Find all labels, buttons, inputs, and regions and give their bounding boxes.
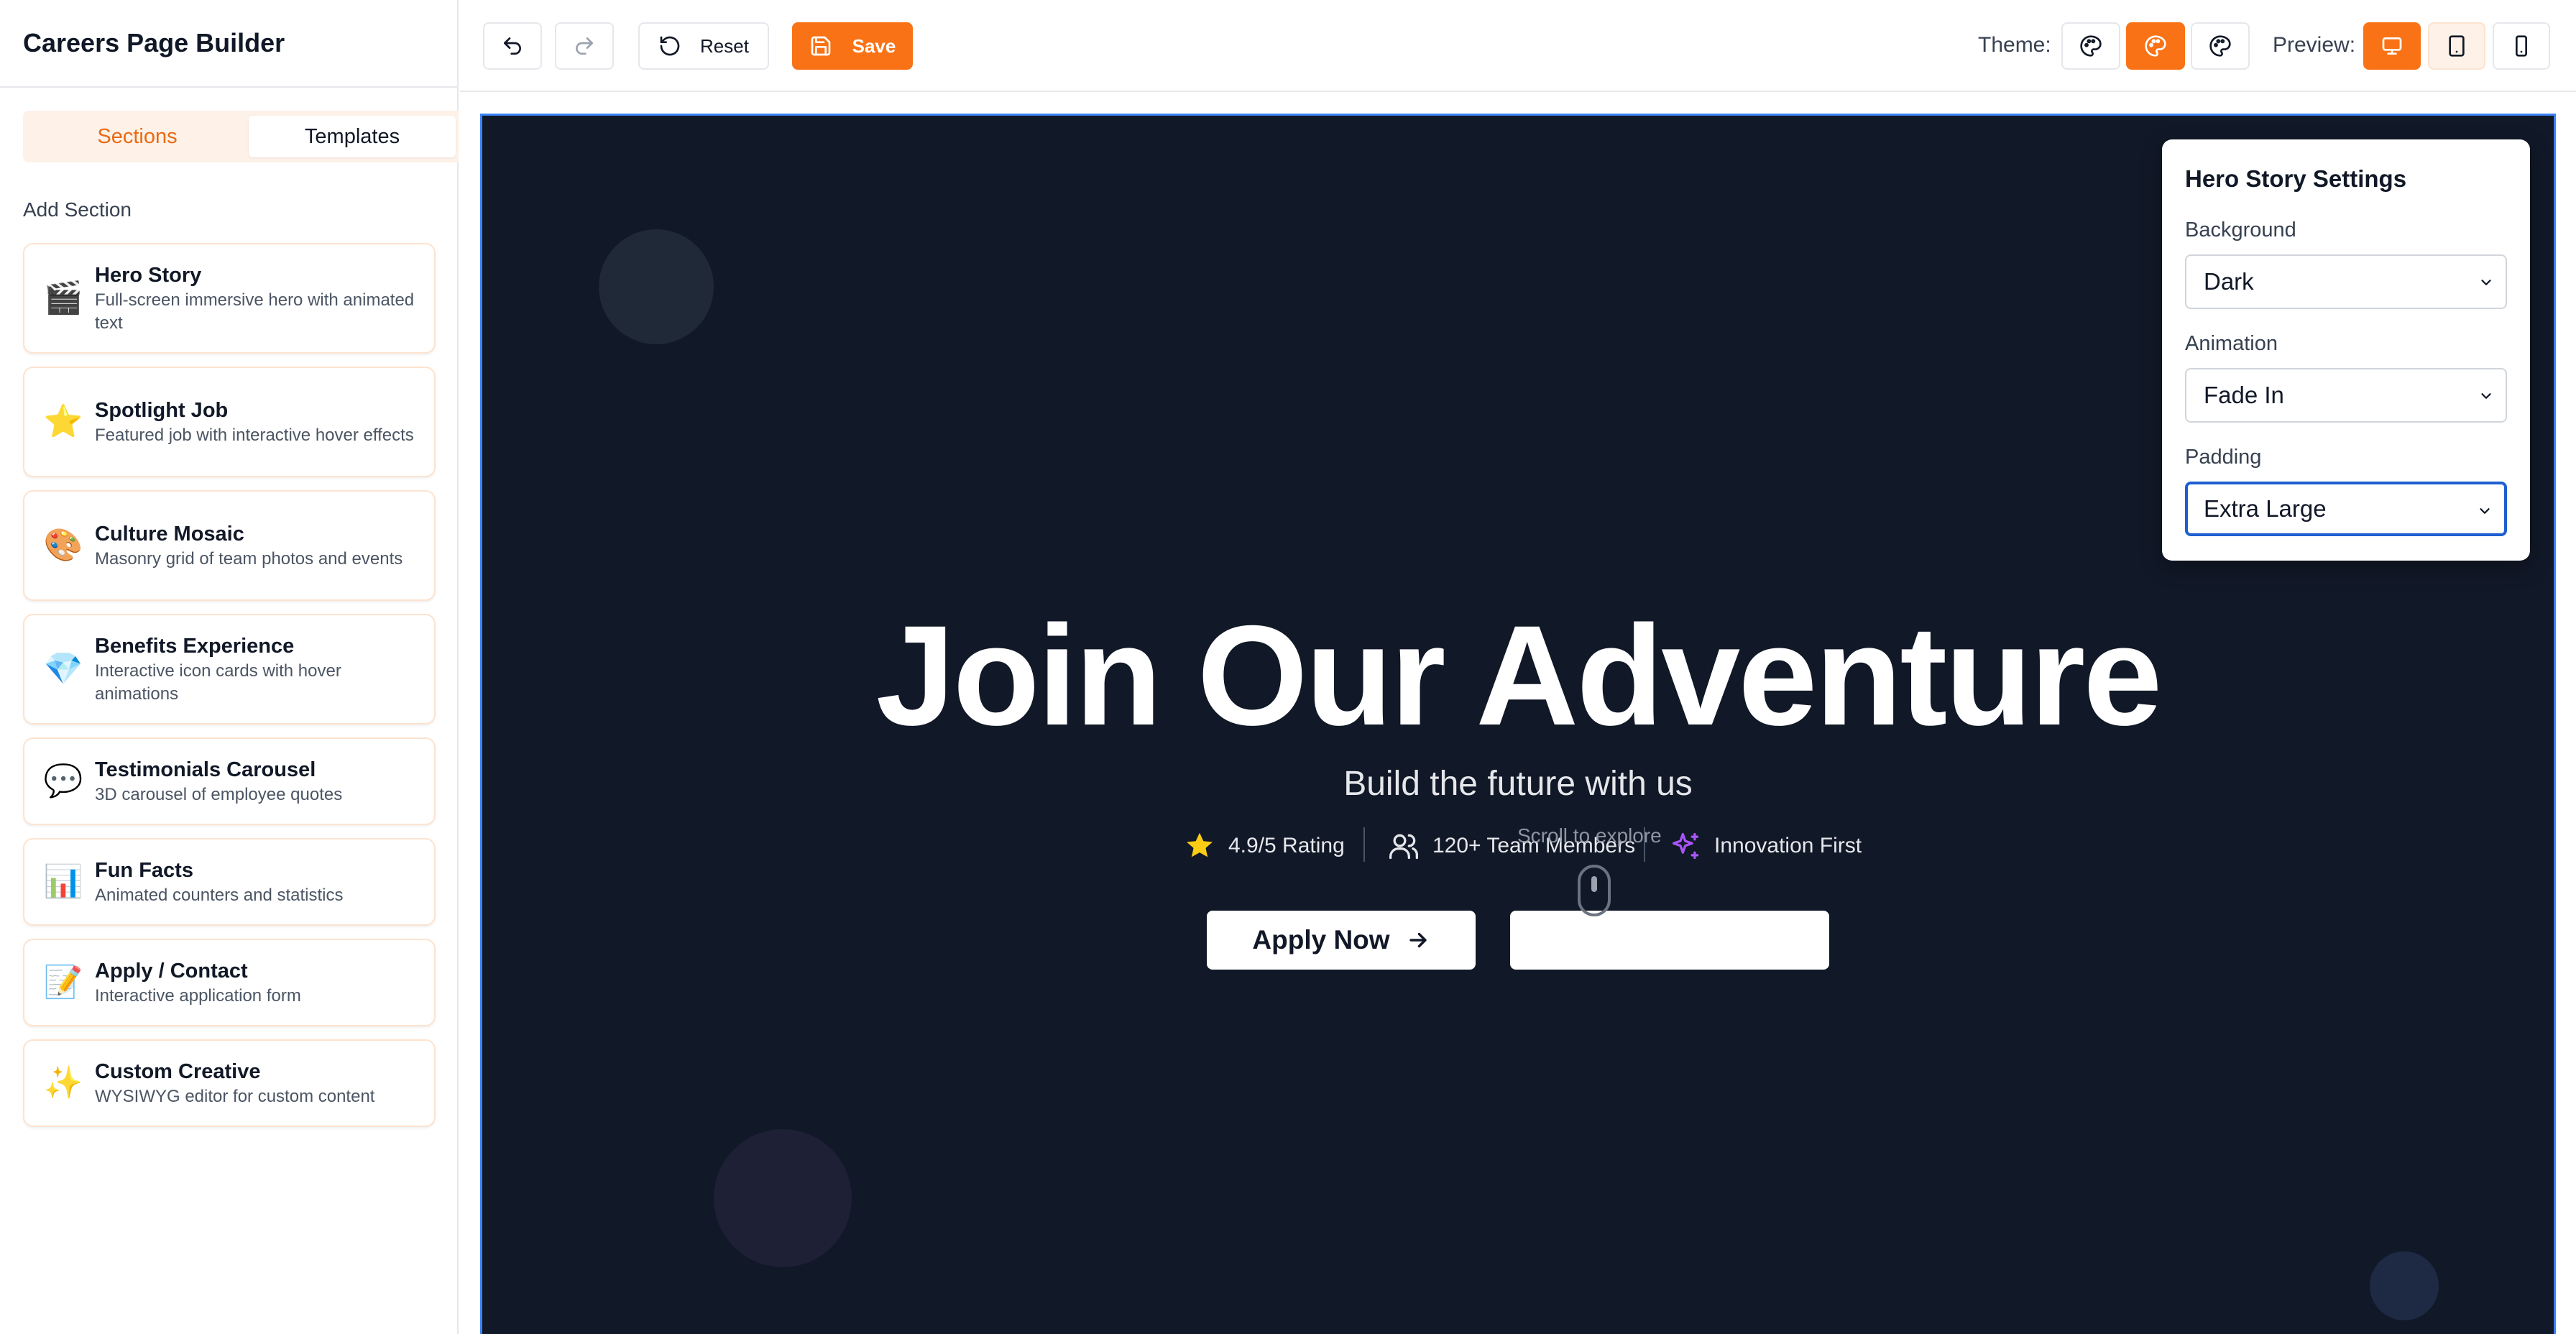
section-card-title: Hero Story — [95, 264, 202, 287]
palette-icon: 🎨 — [43, 528, 83, 563]
arrow-right-icon — [1409, 932, 1427, 948]
hero-story-settings-panel: Hero Story Settings Background Dark Anim… — [2162, 139, 2530, 561]
stat-rating: 4.9/5 Rating — [1184, 830, 1345, 862]
section-card-description: Full-screen immersive hero with animated… — [95, 290, 415, 333]
section-card-description: 3D carousel of employee quotes — [95, 785, 343, 804]
section-card-description: Featured job with interactive hover effe… — [95, 426, 414, 445]
section-card-apply-contact[interactable]: 📝 Apply / Contact Interactive applicatio… — [23, 939, 436, 1026]
background-select[interactable]: Dark — [2185, 254, 2507, 309]
section-card-title: Culture Mosaic — [95, 523, 244, 546]
decorative-circle — [2370, 1251, 2439, 1320]
animation-select[interactable]: Fade In — [2185, 368, 2507, 423]
toolbar: Reset Save Theme: Preview: — [460, 0, 2576, 92]
section-card-title: Spotlight Job — [95, 399, 229, 422]
settings-title: Hero Story Settings — [2185, 165, 2407, 192]
speech-bubble-icon: 💬 — [43, 763, 83, 799]
apply-now-button[interactable]: Apply Now — [1207, 911, 1476, 970]
sidebar-tabs: Sections Templates — [23, 111, 459, 162]
apply-now-label: Apply Now — [1252, 925, 1390, 954]
stat-divider — [1363, 827, 1365, 862]
undo-icon — [504, 37, 521, 55]
sparkles-icon — [1672, 832, 1699, 860]
chevron-down-icon — [2481, 280, 2491, 285]
palette-icon — [2145, 35, 2166, 57]
preview-mobile-button[interactable] — [2493, 22, 2550, 70]
reset-button[interactable]: Reset — [638, 22, 769, 70]
section-card-description: Interactive application form — [95, 986, 301, 1006]
save-icon — [811, 36, 830, 56]
star-icon: ⭐ — [43, 404, 83, 439]
smartphone-icon — [2516, 35, 2527, 57]
section-card-custom-creative[interactable]: ✨ Custom Creative WYSIWYG editor for cus… — [23, 1039, 436, 1127]
stat-label: Innovation First — [1714, 834, 1862, 857]
secondary-cta-button[interactable] — [1510, 911, 1829, 970]
palette-icon — [2080, 35, 2102, 57]
preview-desktop-button[interactable] — [2363, 22, 2421, 70]
sidebar-header: Careers Page Builder — [0, 0, 457, 88]
section-card-title: Apply / Contact — [95, 960, 248, 983]
theme-alt-button[interactable] — [2191, 22, 2250, 70]
section-card-benefits-experience[interactable]: 💎 Benefits Experience Interactive icon c… — [23, 614, 436, 724]
users-icon — [1389, 834, 1418, 860]
stat-innovation: Innovation First — [1670, 830, 1862, 862]
section-card-description: WYSIWYG editor for custom content — [95, 1087, 375, 1106]
mouse-wheel — [1591, 876, 1597, 892]
padding-value: Extra Large — [2204, 495, 2327, 522]
reset-icon — [660, 36, 680, 56]
section-card-description: Masonry grid of team photos and events — [95, 549, 403, 569]
padding-select[interactable]: Extra Large — [2185, 482, 2507, 536]
sparkles-icon: ✨ — [43, 1065, 83, 1100]
padding-label: Padding — [2185, 446, 2262, 469]
preview-label: Preview: — [2273, 33, 2356, 57]
hero-subtitle: Build the future with us — [1343, 765, 1693, 803]
clapperboard-icon: 🎬 — [43, 280, 83, 316]
add-section-heading: Add Section — [23, 198, 132, 221]
background-label: Background — [2185, 218, 2296, 242]
bar-chart-icon: 📊 — [43, 864, 83, 899]
redo-button[interactable] — [555, 22, 614, 70]
theme-label: Theme: — [1978, 33, 2051, 57]
section-card-culture-mosaic[interactable]: 🎨 Culture Mosaic Masonry grid of team ph… — [23, 490, 436, 601]
gem-icon: 💎 — [43, 651, 83, 686]
tab-templates[interactable]: Templates — [249, 116, 456, 157]
app-title: Careers Page Builder — [23, 28, 285, 58]
section-card-title: Fun Facts — [95, 859, 193, 882]
section-card-description: Animated counters and statistics — [95, 886, 344, 905]
section-card-title: Benefits Experience — [95, 635, 295, 658]
monitor-icon — [2382, 37, 2402, 55]
animation-label: Animation — [2185, 332, 2278, 355]
theme-orange-button[interactable] — [2126, 22, 2185, 70]
save-button[interactable]: Save — [792, 22, 913, 70]
reset-label: Reset — [700, 34, 749, 57]
section-card-spotlight-job[interactable]: ⭐ Spotlight Job Featured job with intera… — [23, 367, 436, 477]
chevron-down-icon — [2481, 393, 2491, 399]
preview-tablet-button[interactable] — [2428, 22, 2485, 70]
star-icon — [1187, 832, 1213, 857]
scroll-hint: Scroll to explore — [1517, 824, 1662, 847]
redo-icon — [576, 37, 593, 55]
section-card-title: Testimonials Carousel — [95, 758, 316, 781]
background-value: Dark — [2204, 268, 2254, 295]
section-card-title: Custom Creative — [95, 1060, 261, 1083]
decorative-circle — [599, 229, 714, 344]
section-card-hero-story[interactable]: 🎬 Hero Story Full-screen immersive hero … — [23, 243, 436, 354]
hero-title: Join Our Adventure — [875, 596, 2163, 755]
theme-default-button[interactable] — [2061, 22, 2120, 70]
decorative-circle — [714, 1129, 852, 1267]
scroll-mouse-icon — [1578, 865, 1611, 916]
save-label: Save — [852, 34, 896, 57]
animation-value: Fade In — [2204, 382, 2284, 408]
memo-icon: 📝 — [43, 965, 83, 1000]
palette-icon — [2209, 35, 2231, 57]
sidebar: Careers Page Builder Sections Templates … — [0, 0, 459, 1334]
stat-label: 4.9/5 Rating — [1228, 834, 1345, 857]
section-card-description: Interactive icon cards with hover animat… — [95, 661, 341, 704]
tab-sections[interactable]: Sections — [26, 116, 249, 157]
tablet-icon — [2449, 35, 2465, 57]
undo-button[interactable] — [483, 22, 542, 70]
section-card-fun-facts[interactable]: 📊 Fun Facts Animated counters and statis… — [23, 838, 436, 926]
chevron-down-icon — [2480, 508, 2490, 514]
section-card-testimonials-carousel[interactable]: 💬 Testimonials Carousel 3D carousel of e… — [23, 737, 436, 825]
